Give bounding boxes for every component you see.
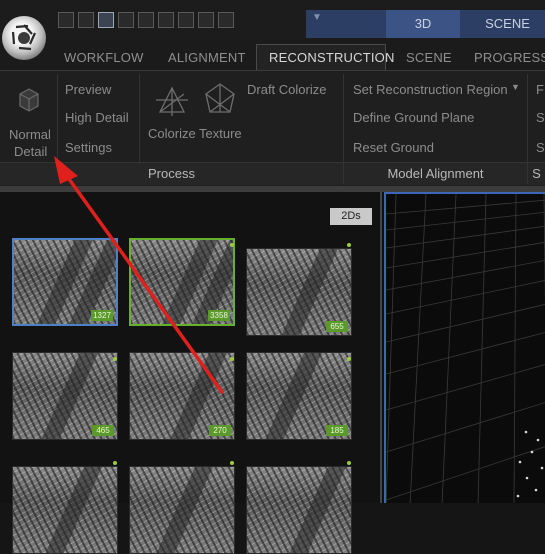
truncated-group-label: S — [528, 162, 545, 185]
truncated-ribbon-item[interactable]: F — [536, 82, 544, 97]
colorize-button[interactable]: Colorize — [148, 126, 196, 141]
image-thumbnail[interactable] — [129, 466, 235, 554]
image-thumbnail[interactable]: 1327 — [12, 238, 118, 326]
image-count-badge: 655 — [326, 321, 348, 332]
draft-colorize-button[interactable]: Draft Colorize — [247, 82, 326, 97]
truncated-ribbon-item[interactable]: S — [536, 140, 545, 155]
image-thumbnail[interactable] — [12, 466, 118, 554]
texture-icon[interactable] — [200, 80, 240, 120]
layout-1-icon[interactable] — [58, 12, 74, 28]
status-dot — [230, 461, 234, 465]
tab-workflow[interactable]: WORKFLOW — [64, 46, 144, 70]
tab-scene-view[interactable]: SCENE — [470, 10, 545, 38]
texture-button[interactable]: Texture — [199, 126, 242, 141]
layout-5-icon[interactable] — [138, 12, 154, 28]
tab-scene[interactable]: SCENE — [406, 46, 452, 70]
image-thumbnail[interactable]: 270 — [129, 352, 235, 440]
status-dot — [347, 357, 351, 361]
image-thumbnail[interactable]: 3358 — [129, 238, 235, 326]
layout-7-icon[interactable] — [178, 12, 194, 28]
colorize-icon[interactable] — [152, 82, 192, 120]
preview-button[interactable]: Preview — [65, 82, 111, 97]
images-2ds-badge[interactable]: 2Ds — [330, 208, 372, 225]
layout-3-icon[interactable] — [98, 12, 114, 28]
quick-access-toolbar — [58, 12, 234, 32]
layout-2-icon[interactable] — [78, 12, 94, 28]
model-alignment-group-label: Model Alignment — [344, 162, 527, 185]
layout-4-icon[interactable] — [118, 12, 134, 28]
normal-label[interactable]: Normal — [9, 127, 51, 142]
chevron-down-icon[interactable]: ▼ — [312, 12, 322, 23]
layout-8-icon[interactable] — [198, 12, 214, 28]
layout-6-icon[interactable] — [158, 12, 174, 28]
high-detail-button[interactable]: High Detail — [65, 110, 129, 125]
image-count-badge: 465 — [92, 425, 114, 436]
normal-detail-icon[interactable] — [14, 84, 44, 116]
status-dot — [113, 461, 117, 465]
process-group-label: Process — [0, 162, 343, 185]
image-thumbnail[interactable] — [246, 466, 352, 554]
tab-progress[interactable]: PROGRESS — [474, 46, 545, 70]
tab-reconstruction[interactable]: RECONSTRUCTION — [256, 44, 394, 70]
image-thumbnail[interactable]: 465 — [12, 352, 118, 440]
tab-alignment[interactable]: ALIGNMENT — [168, 46, 246, 70]
status-dot — [113, 357, 117, 361]
status-dot — [347, 243, 351, 247]
tab-3d-view[interactable]: 3D — [386, 10, 460, 38]
ground-grid — [386, 194, 545, 503]
status-dot — [230, 357, 234, 361]
settings-button[interactable]: Settings — [65, 140, 112, 155]
image-thumbnail[interactable]: 185 — [246, 352, 352, 440]
reset-ground-button[interactable]: Reset Ground — [353, 140, 434, 155]
define-ground-plane-button[interactable]: Define Ground Plane — [353, 110, 474, 125]
image-count-badge: 1327 — [91, 310, 113, 321]
image-thumbnail[interactable]: 655 — [246, 248, 352, 336]
3d-viewport[interactable] — [384, 192, 545, 503]
truncated-ribbon-item[interactable]: S — [536, 110, 545, 125]
app-logo-icon[interactable] — [2, 16, 46, 60]
layout-9-icon[interactable] — [218, 12, 234, 28]
image-count-badge: 3358 — [208, 310, 230, 321]
status-dot — [347, 461, 351, 465]
status-dot — [230, 243, 234, 247]
image-count-badge: 270 — [209, 425, 231, 436]
detail-label[interactable]: Detail — [14, 144, 47, 159]
ribbon-tab-bar: WORKFLOW ALIGNMENT RECONSTRUCTION SCENE … — [0, 40, 545, 71]
image-count-badge: 185 — [326, 425, 348, 436]
chevron-down-icon[interactable]: ▼ — [511, 82, 520, 92]
set-reconstruction-region-button[interactable]: Set Reconstruction Region — [353, 82, 508, 97]
